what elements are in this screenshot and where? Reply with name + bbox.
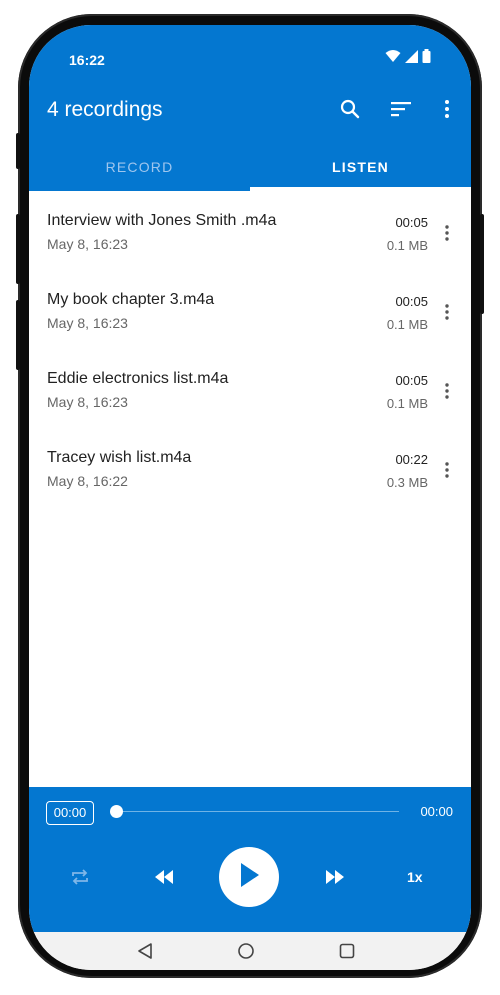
search-icon[interactable] xyxy=(336,95,364,123)
screen: 16:22 4 recordings RECORD LISTEN Intervi… xyxy=(29,25,471,970)
play-icon xyxy=(238,862,260,892)
signal-icon xyxy=(405,49,418,68)
more-vert-icon[interactable] xyxy=(439,221,455,245)
tab-listen[interactable]: LISTEN xyxy=(250,151,471,191)
status-icons xyxy=(385,49,431,68)
recording-size: 0.1 MB xyxy=(386,317,428,332)
current-time: 00:00 xyxy=(46,801,94,825)
phone-side-button xyxy=(16,133,20,169)
recording-date: May 8, 16:23 xyxy=(47,394,128,410)
list-item[interactable]: My book chapter 3.m4a May 8, 16:23 00:05… xyxy=(29,270,471,349)
status-time: 16:22 xyxy=(69,52,105,68)
repeat-icon[interactable] xyxy=(58,857,102,897)
list-item[interactable]: Interview with Jones Smith .m4a May 8, 1… xyxy=(29,191,471,270)
app-header: 16:22 4 recordings RECORD LISTEN xyxy=(29,25,471,191)
recording-name: Interview with Jones Smith .m4a xyxy=(47,212,277,229)
page-title: 4 recordings xyxy=(47,98,163,121)
back-icon[interactable] xyxy=(134,940,156,962)
phone-volume-down-button xyxy=(16,300,20,370)
recording-name: Tracey wish list.m4a xyxy=(47,449,192,466)
system-nav-bar xyxy=(29,932,471,970)
list-item[interactable]: Eddie electronics list.m4a May 8, 16:23 … xyxy=(29,349,471,428)
speed-button[interactable]: 1x xyxy=(407,869,423,885)
recording-duration: 00:05 xyxy=(395,373,428,388)
more-vert-icon[interactable] xyxy=(439,379,455,403)
battery-icon xyxy=(422,49,431,68)
recording-duration: 00:05 xyxy=(395,294,428,309)
play-button[interactable] xyxy=(219,847,279,907)
wifi-icon xyxy=(385,49,401,68)
list-item[interactable]: Tracey wish list.m4a May 8, 16:22 00:22 … xyxy=(29,428,471,507)
recording-size: 0.1 MB xyxy=(386,396,428,411)
tab-bar: RECORD LISTEN xyxy=(29,151,471,191)
recording-duration: 00:22 xyxy=(395,452,428,467)
more-vert-icon[interactable] xyxy=(439,458,455,482)
recording-date: May 8, 16:23 xyxy=(47,315,128,331)
seek-thumb[interactable] xyxy=(110,805,123,818)
recordings-list: Interview with Jones Smith .m4a May 8, 1… xyxy=(29,191,471,507)
tab-record[interactable]: RECORD xyxy=(29,151,250,191)
phone-volume-up-button xyxy=(16,214,20,284)
home-icon[interactable] xyxy=(235,940,257,962)
audio-player: 00:00 00:00 1x xyxy=(29,787,471,932)
rewind-icon[interactable] xyxy=(142,857,186,897)
recording-date: May 8, 16:22 xyxy=(47,473,128,489)
recording-size: 0.3 MB xyxy=(386,475,428,490)
recents-icon[interactable] xyxy=(336,940,358,962)
sort-icon[interactable] xyxy=(387,95,415,123)
recording-size: 0.1 MB xyxy=(386,238,428,253)
more-vert-icon[interactable] xyxy=(439,300,455,324)
recording-date: May 8, 16:23 xyxy=(47,236,128,252)
recording-name: My book chapter 3.m4a xyxy=(47,291,215,308)
fast-forward-icon[interactable] xyxy=(313,857,357,897)
recording-duration: 00:05 xyxy=(395,215,428,230)
seek-bar[interactable] xyxy=(119,811,399,812)
more-vert-icon[interactable] xyxy=(433,95,461,123)
phone-power-button xyxy=(480,214,484,314)
recording-name: Eddie electronics list.m4a xyxy=(47,370,229,387)
total-time: 00:00 xyxy=(420,804,453,819)
